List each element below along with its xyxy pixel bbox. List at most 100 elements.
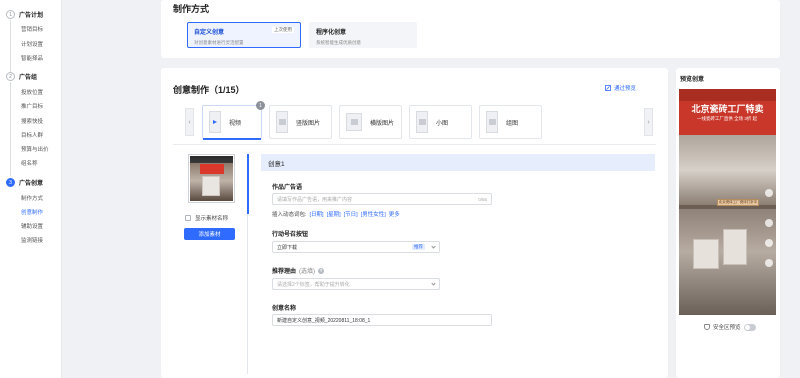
- action-button-select[interactable]: 立即下载 推荐: [272, 241, 440, 253]
- action-button-label: 行动号召按钮: [272, 229, 308, 238]
- material-thumbnail[interactable]: [188, 154, 235, 203]
- step-ad-creative[interactable]: 3 广告创意: [6, 178, 43, 187]
- ad-text-label: 作品广告语: [272, 182, 302, 191]
- dynamic-word-holiday[interactable]: [节日]: [344, 210, 358, 218]
- show-material-name-checkbox[interactable]: 显示素材名称: [185, 214, 228, 222]
- creative-name-label-text: 创意名称: [272, 306, 297, 312]
- sidebar-item-smart-product[interactable]: 智能择品: [21, 54, 43, 62]
- sidebar-item-tracking-link[interactable]: 监测链接: [21, 236, 43, 244]
- showroom-image: [679, 135, 776, 205]
- creative-title: 创意制作（1/15）: [173, 85, 245, 95]
- tab-label: 组图: [506, 120, 519, 127]
- tab-small-image[interactable]: 小图: [409, 105, 472, 139]
- tabs-next-button[interactable]: ›: [644, 108, 653, 136]
- mode-desc: 对创意素材进行灵活配置: [194, 40, 244, 45]
- sidebar-item-creative-make[interactable]: 创意制作: [21, 208, 43, 216]
- preview-button[interactable]: 通过预览: [605, 84, 636, 92]
- phone-preview: 北京瓷砖工厂特卖 一线瓷砖工厂直供 全场 3折 起 北京瓷砖工厂瓷砖打折中: [679, 89, 776, 315]
- step-ad-plan[interactable]: 1 广告计划: [6, 10, 43, 19]
- tab-label: 横版图片: [370, 120, 395, 127]
- tabs-prev-button[interactable]: ‹: [185, 108, 194, 136]
- ad-subline: 一线瓷砖工厂直供 全场 3折 起: [696, 116, 758, 121]
- mode-programmatic-creative[interactable]: 程序化创意 系统智能生成优质创意: [309, 22, 417, 48]
- sidebar-item-group-name[interactable]: 组名称: [21, 159, 38, 167]
- action-button-value: 立即下载: [277, 244, 298, 251]
- sidebar-item-aux-settings[interactable]: 辅助设置: [21, 222, 43, 230]
- step-connector: [10, 82, 11, 176]
- tile-sample: [693, 239, 719, 269]
- avatar-icon: [765, 189, 773, 197]
- optional-hint: (选填): [299, 269, 316, 275]
- creative-name-label: 创意名称: [272, 303, 296, 312]
- tile-sample: [723, 229, 747, 265]
- creative-make-card: 创意制作（1/15） 通过预览 ‹ › 视频 1 竖版图片 横版图片 小图 组图…: [161, 68, 668, 378]
- ad-text-label-text: 作品广告语: [272, 185, 303, 191]
- preview-icon: [605, 85, 611, 91]
- char-counter: 0/55: [478, 196, 487, 202]
- comment-icon: [765, 239, 773, 247]
- recommend-reason-label-text: 推荐理由: [272, 269, 297, 275]
- checkbox-label: 显示素材名称: [195, 216, 229, 222]
- video-thumb-icon: [209, 111, 221, 133]
- chevron-right-icon: ›: [647, 118, 650, 126]
- chevron-down-icon: [431, 244, 436, 249]
- creative-item-header: 创意1: [261, 154, 655, 171]
- sidebar-item-marketing-goal[interactable]: 营销目标: [21, 25, 43, 33]
- ad-text-input[interactable]: 请填写作品广告语，用来推广内容 0/55: [272, 193, 492, 205]
- add-material-button[interactable]: 添加素材: [184, 228, 235, 240]
- selected-indicator: [247, 154, 249, 214]
- tab-vertical-image[interactable]: 竖版图片: [269, 105, 332, 139]
- make-mode-title: 制作方式: [173, 4, 210, 14]
- recommend-tag: 推荐: [412, 244, 425, 250]
- share-icon: [765, 259, 773, 267]
- step-number: 2: [6, 72, 15, 81]
- mode-custom-creative[interactable]: 自定义创意 对创意素材进行灵活配置 上次使用: [187, 22, 301, 48]
- sidebar-item-placement[interactable]: 投放位置: [21, 88, 43, 96]
- sidebar-nav: 1 广告计划 营销目标 计划设置 智能择品 2 广告组 投放位置 推广目标 搜索…: [0, 0, 62, 378]
- step-title: 广告创意: [19, 181, 44, 187]
- dynamic-word-weekday[interactable]: [星期]: [327, 210, 341, 218]
- tab-group-image[interactable]: 组图: [479, 105, 542, 139]
- tab-horizontal-image[interactable]: 横版图片: [339, 105, 402, 139]
- group-image-icon: [486, 111, 498, 133]
- tab-video[interactable]: 视频 1: [202, 101, 265, 140]
- step-number: 3: [6, 178, 15, 187]
- make-mode-card: 制作方式 自定义创意 对创意素材进行灵活配置 上次使用 程序化创意 系统智能生成…: [161, 0, 780, 58]
- dynamic-words-row: 插入动态词包: [日期] [星期] [节日] [男性女性] 更多: [272, 210, 400, 218]
- recommend-reason-select[interactable]: 请选择2个标签，帮助于提升转化: [272, 278, 440, 290]
- tab-label: 小图: [436, 120, 449, 127]
- sidebar-item-budget-bid[interactable]: 预算与出价: [21, 145, 49, 153]
- shield-icon: [704, 324, 710, 330]
- ad-text-placeholder: 请填写作品广告语，用来推广内容: [277, 196, 353, 203]
- sidebar-item-make-mode[interactable]: 制作方式: [21, 194, 43, 202]
- dynamic-word-more[interactable]: 更多: [389, 210, 400, 218]
- step-title: 广告计划: [19, 13, 44, 19]
- last-used-tag: 上次使用: [272, 27, 294, 33]
- tab-count-badge: 1: [256, 101, 265, 110]
- ad-headline: 北京瓷砖工厂特卖: [691, 104, 764, 114]
- dynamic-word-gender[interactable]: [男性女性]: [361, 210, 386, 218]
- ad-nav-bar: [679, 89, 776, 101]
- mode-title: 程序化创意: [316, 30, 347, 36]
- step-ad-group[interactable]: 2 广告组: [6, 72, 37, 81]
- safe-area-toggle[interactable]: [743, 323, 756, 331]
- sidebar-item-audience[interactable]: 目标人群: [21, 131, 43, 139]
- sidebar-item-promo-target[interactable]: 推广目标: [21, 102, 43, 110]
- creative-name-input[interactable]: 新建自定义创意_视频_20220811_18:08_1: [272, 314, 492, 326]
- sidebar-item-search-quick[interactable]: 搜索快投: [21, 117, 43, 125]
- chevron-down-icon: [431, 281, 436, 286]
- chevron-left-icon: ‹: [188, 118, 191, 126]
- column-divider: [247, 214, 248, 374]
- preview-card: 预览创意 北京瓷砖工厂特卖 一线瓷砖工厂直供 全场 3折 起 北京瓷砖工厂瓷砖打…: [676, 68, 780, 378]
- preview-title: 预览创意: [680, 77, 705, 83]
- safe-area-toggle-row: 安全区预览: [704, 323, 756, 331]
- step-number: 1: [6, 10, 15, 19]
- dynamic-words-label: 插入动态词包:: [272, 212, 307, 218]
- sidebar-item-plan-settings[interactable]: 计划设置: [21, 40, 43, 48]
- dynamic-word-date[interactable]: [日期]: [310, 210, 324, 218]
- small-image-icon: [416, 111, 428, 133]
- safe-area-label: 安全区预览: [713, 325, 741, 331]
- step-title: 广告组: [19, 75, 38, 81]
- help-icon[interactable]: ?: [318, 267, 325, 274]
- recommend-reason-label: 推荐理由 (选填) ?: [272, 266, 325, 275]
